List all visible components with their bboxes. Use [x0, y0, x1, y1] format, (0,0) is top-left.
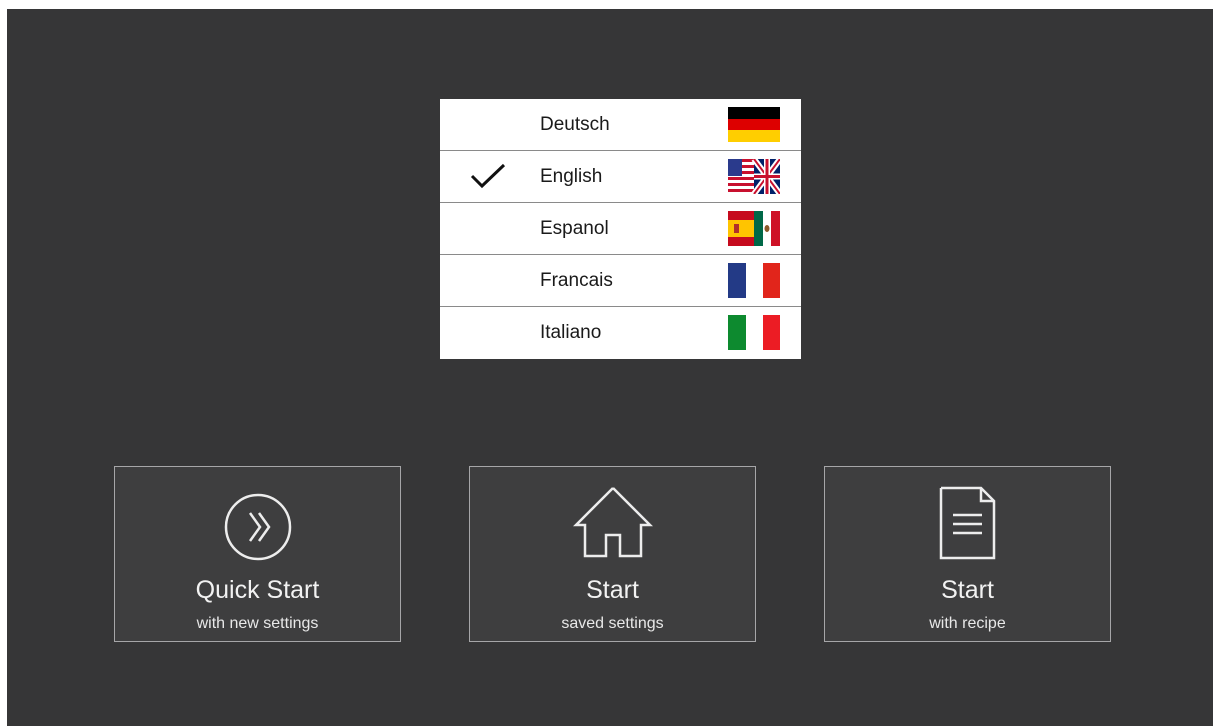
start-screen: Deutsch English Espanol Francais Italian…: [7, 9, 1213, 726]
language-label: English: [540, 166, 603, 187]
language-label: Espanol: [540, 218, 609, 239]
document-icon: [939, 486, 995, 560]
start-saved-settings-button[interactable]: Start saved settings: [469, 466, 756, 642]
usa-uk-flag-icon: [728, 159, 780, 194]
language-label: Deutsch: [540, 114, 610, 135]
france-flag-icon: [728, 263, 780, 298]
language-option-english[interactable]: English: [440, 151, 801, 203]
house-icon: [572, 487, 653, 558]
italy-flag-icon: [728, 315, 780, 350]
spain-mexico-flag-icon: [728, 211, 780, 246]
tile-title: Start: [941, 576, 994, 604]
double-chevron-circle-icon: [224, 493, 291, 561]
tile-subtitle: saved settings: [561, 615, 664, 632]
tile-subtitle: with recipe: [929, 615, 1006, 632]
germany-flag-icon: [728, 107, 780, 142]
start-with-recipe-button[interactable]: Start with recipe: [824, 466, 1111, 642]
checkmark-icon: [470, 163, 506, 189]
quick-start-button[interactable]: Quick Start with new settings: [114, 466, 401, 642]
language-option-francais[interactable]: Francais: [440, 255, 801, 307]
language-option-espanol[interactable]: Espanol: [440, 203, 801, 255]
language-option-italiano[interactable]: Italiano: [440, 307, 801, 359]
tile-title: Quick Start: [195, 576, 320, 604]
tile-subtitle: with new settings: [196, 615, 319, 632]
language-label: Francais: [540, 270, 613, 291]
language-label: Italiano: [540, 322, 602, 343]
language-list: Deutsch English Espanol Francais Italian…: [440, 99, 801, 359]
language-option-deutsch[interactable]: Deutsch: [440, 99, 801, 151]
tile-title: Start: [586, 576, 639, 604]
